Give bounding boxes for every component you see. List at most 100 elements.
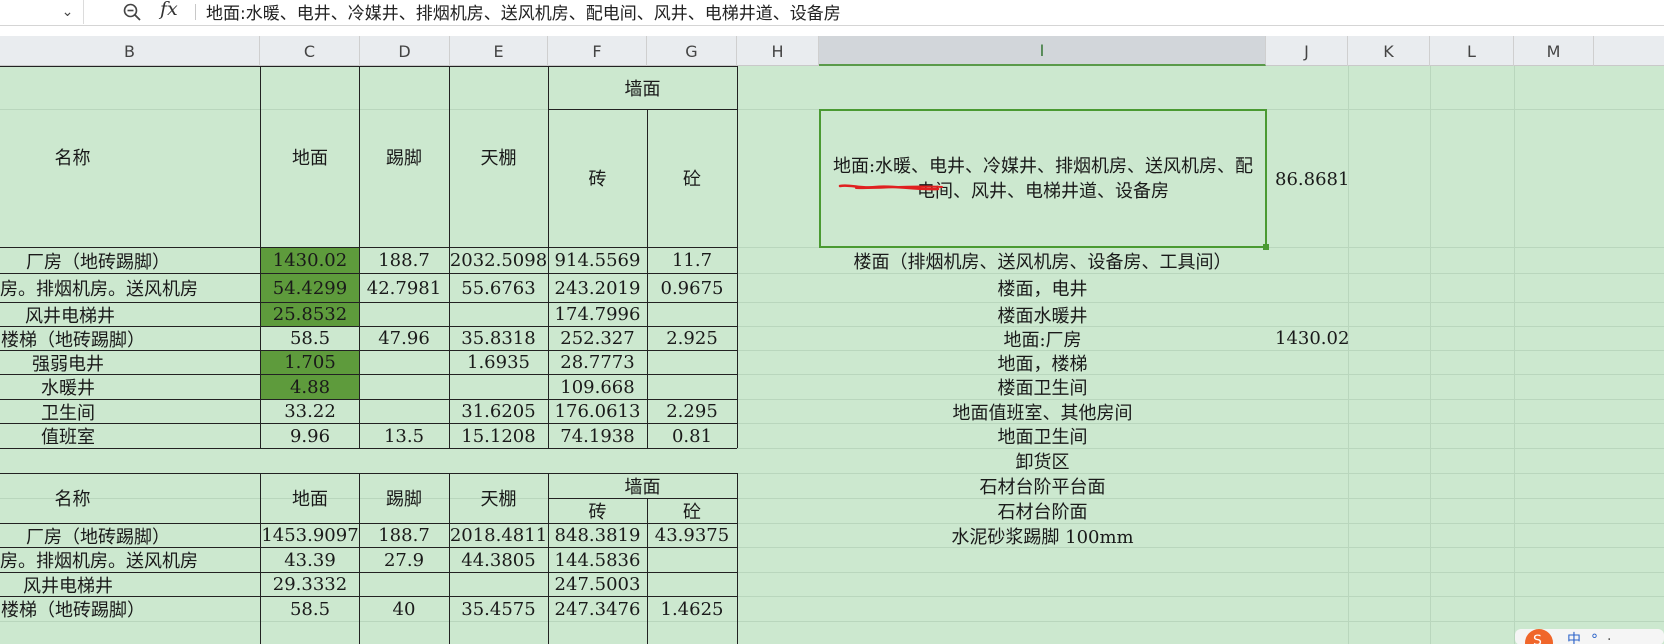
cell-name[interactable]: 厂房（地砖踢脚） <box>0 524 260 548</box>
fx-icon[interactable]: fx <box>160 0 178 20</box>
cell-floor[interactable]: 9.96 <box>260 424 360 448</box>
cell-concrete[interactable] <box>647 303 737 326</box>
cell-floor[interactable]: 1.705 <box>260 351 360 374</box>
cell-brick[interactable]: 914.5569 <box>548 248 647 273</box>
list-item[interactable]: 楼面卫生间 <box>819 375 1266 399</box>
cell-name[interactable]: 强弱电井 <box>0 351 136 375</box>
cell-ceiling[interactable]: 44.3805 <box>449 548 548 572</box>
list-item[interactable]: 水泥砂浆踢脚 100mm <box>819 524 1266 548</box>
cell-concrete[interactable]: 1.4625 <box>647 597 737 621</box>
cell-concrete[interactable]: 11.7 <box>647 248 737 273</box>
list-item[interactable]: 卸货区 <box>819 449 1266 473</box>
cell-name[interactable]: 房。排烟机房。送风机房 <box>0 548 260 572</box>
cell-name[interactable]: 风井电梯井 <box>0 573 136 597</box>
ime-toolbar-icon[interactable]: S 中 ° · <box>1515 625 1664 644</box>
cell-brick[interactable]: 109.668 <box>548 375 647 399</box>
cell-brick[interactable]: 247.3476 <box>548 597 647 621</box>
list-item[interactable]: 石材台阶面 <box>819 499 1266 523</box>
cell-floor[interactable]: 33.22 <box>260 400 360 423</box>
cell-floor[interactable]: 25.8532 <box>260 303 360 326</box>
cell-concrete[interactable] <box>647 375 737 399</box>
cell-brick[interactable]: 144.5836 <box>548 548 647 572</box>
list-item[interactable]: 地面卫生间 <box>819 424 1266 448</box>
column-header-d[interactable]: D <box>360 36 450 66</box>
cell-concrete[interactable]: 43.9375 <box>647 524 737 547</box>
cell-ceiling[interactable] <box>449 303 548 326</box>
cell-skirting[interactable]: 27.9 <box>359 548 449 572</box>
cell-j-value[interactable]: 1430.02 <box>1275 327 1349 350</box>
cell-floor[interactable]: 29.3332 <box>260 573 360 596</box>
cell-floor[interactable]: 58.5 <box>260 597 360 621</box>
cell-concrete[interactable]: 0.9675 <box>647 274 737 302</box>
cell-skirting[interactable]: 13.5 <box>359 424 449 448</box>
cell-brick[interactable]: 848.3819 <box>548 524 647 547</box>
cell-skirting[interactable] <box>359 375 449 399</box>
cell-name[interactable]: 房。排烟机房。送风机房 <box>0 274 260 302</box>
cell-name[interactable]: 楼梯（地砖踢脚） <box>0 597 260 621</box>
cell-concrete[interactable]: 2.925 <box>647 327 737 350</box>
cell-floor[interactable]: 1430.02 <box>260 248 360 273</box>
cell-ceiling[interactable]: 35.4575 <box>449 597 548 621</box>
cell-skirting[interactable]: 47.96 <box>359 327 449 350</box>
formula-input[interactable]: 地面:水暖、电井、冷媒井、排烟机房、送风机房、配电间、风井、电梯井道、设备房 <box>206 0 841 24</box>
cell-ceiling[interactable]: 15.1208 <box>449 424 548 448</box>
cell-brick[interactable]: 174.7996 <box>548 303 647 326</box>
cell-ceiling[interactable] <box>449 375 548 399</box>
spreadsheet-grid[interactable]: 名称 地面 踢脚 天棚 墙面 砖 砼 厂房（地砖踢脚） 1430.02 188.… <box>0 66 1664 644</box>
cell-name[interactable]: 水暖井 <box>0 375 136 399</box>
column-header-k[interactable]: K <box>1348 36 1430 66</box>
cell-ceiling[interactable]: 31.6205 <box>449 400 548 423</box>
cell-ceiling[interactable]: 1.6935 <box>449 351 548 374</box>
cell-concrete[interactable] <box>647 351 737 374</box>
column-header-i[interactable]: I <box>819 36 1266 66</box>
cell-skirting[interactable] <box>359 573 449 596</box>
cell-skirting[interactable]: 42.7981 <box>359 274 449 302</box>
cell-name[interactable]: 风井电梯井 <box>0 303 140 327</box>
cell-ceiling[interactable]: 55.6763 <box>449 274 548 302</box>
cell-skirting[interactable] <box>359 303 449 326</box>
cell-skirting[interactable]: 40 <box>359 597 449 621</box>
cell-ceiling[interactable]: 35.8318 <box>449 327 548 350</box>
cell-ceiling[interactable]: 2018.4811 <box>449 524 548 547</box>
cell-floor[interactable]: 4.88 <box>260 375 360 399</box>
namebox-dropdown[interactable]: ⌄ <box>52 0 84 24</box>
cell-concrete[interactable]: 0.81 <box>647 424 737 448</box>
cell-name[interactable]: 楼梯（地砖踢脚） <box>0 327 260 351</box>
cell-brick[interactable]: 28.7773 <box>548 351 647 374</box>
cell-floor[interactable]: 1453.9097 <box>260 524 360 547</box>
cell-name[interactable]: 卫生间 <box>0 400 136 424</box>
cell-floor[interactable]: 54.4299 <box>260 274 360 302</box>
list-item[interactable]: 楼面水暖井 <box>819 303 1266 327</box>
cell-ceiling[interactable]: 2032.5098 <box>449 248 548 273</box>
list-item[interactable]: 地面:厂房 <box>819 327 1266 351</box>
column-header-m[interactable]: M <box>1514 36 1594 66</box>
cell-skirting[interactable] <box>359 400 449 423</box>
cell-brick[interactable]: 74.1938 <box>548 424 647 448</box>
cell-skirting[interactable]: 188.7 <box>359 524 449 547</box>
cell-floor[interactable]: 58.5 <box>260 327 360 350</box>
list-item[interactable]: 石材台阶平台面 <box>819 474 1266 498</box>
column-header-e[interactable]: E <box>450 36 548 66</box>
column-header-c[interactable]: C <box>260 36 360 66</box>
list-item[interactable]: 地面值班室、其他房间 <box>819 400 1266 424</box>
column-header-j[interactable]: J <box>1266 36 1348 66</box>
cell-concrete[interactable] <box>647 548 737 572</box>
list-item[interactable]: 楼面，电井 <box>819 274 1266 302</box>
cell-concrete[interactable] <box>647 573 737 596</box>
cell-brick[interactable]: 176.0613 <box>548 400 647 423</box>
cell-ceiling[interactable] <box>449 573 548 596</box>
cell-name[interactable]: 值班室 <box>0 424 136 448</box>
column-header-h[interactable]: H <box>737 36 819 66</box>
column-header-g[interactable]: G <box>647 36 737 66</box>
zoom-out-icon[interactable] <box>122 2 142 22</box>
list-item[interactable]: 楼面（排烟机房、送风机房、设备房、工具间） <box>819 248 1266 273</box>
cell-brick[interactable]: 247.5003 <box>548 573 647 596</box>
list-item[interactable]: 地面，楼梯 <box>819 351 1266 375</box>
column-header-l[interactable]: L <box>1430 36 1514 66</box>
cell-floor[interactable]: 43.39 <box>260 548 360 572</box>
cell-skirting[interactable]: 188.7 <box>359 248 449 273</box>
cell-brick[interactable]: 252.327 <box>548 327 647 350</box>
column-header-b[interactable]: B <box>0 36 260 66</box>
cell-name[interactable]: 厂房（地砖踢脚） <box>0 248 260 273</box>
cell-skirting[interactable] <box>359 351 449 374</box>
